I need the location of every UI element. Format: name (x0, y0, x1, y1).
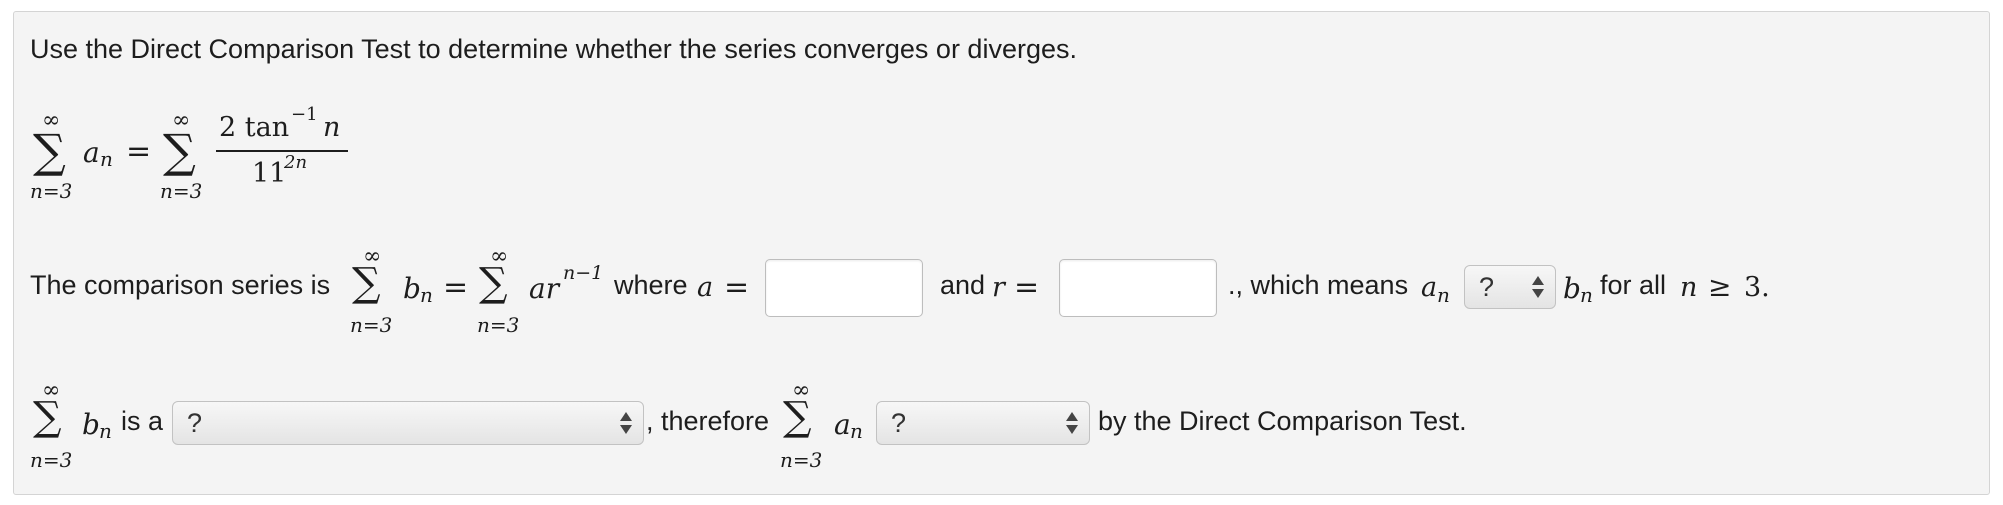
n-variable: n (1680, 272, 1698, 303)
conclusion-a-subscript: n (850, 419, 863, 443)
r-equals: = (1014, 270, 1040, 305)
fraction-numerator: 2 tan (219, 112, 290, 143)
select-arrows-icon (1066, 412, 1078, 434)
comparison-lead-text: The comparison series is (30, 270, 331, 300)
is-a-text: is a (121, 406, 164, 436)
series-type-select-value: ? (187, 408, 203, 438)
a-equals: = (724, 270, 750, 305)
r-variable: r (992, 272, 1005, 303)
term-a: a (83, 136, 100, 169)
conclusion-b-subscript: n (99, 419, 112, 443)
comparison-sigma: ∑ (352, 260, 381, 306)
geometric-sum-lower: n=3 (477, 313, 520, 337)
r-value-input[interactable] (1059, 259, 1217, 317)
conclusion-sum-lower: n=3 (30, 448, 73, 472)
for-all-text: for all (1600, 270, 1667, 300)
denominator-exponent: 2n (284, 152, 308, 173)
conclusion-select-value: ? (891, 408, 907, 438)
comparison-sum-lower: n=3 (350, 313, 393, 337)
numerator-variable: n (323, 112, 341, 143)
sum-lower-limit: n=3 (30, 179, 73, 203)
an-subscript: n (1437, 283, 1450, 307)
comparison-b-term: b (403, 272, 421, 305)
an-variable: a (1421, 272, 1438, 303)
bn-subscript: n (1580, 283, 1593, 307)
series-type-select[interactable]: ? (172, 401, 644, 445)
and-text: and (940, 270, 986, 300)
comparison-equals: = (443, 270, 469, 305)
conclusion-select[interactable]: ? (876, 401, 1090, 445)
relation-select[interactable]: ? (1464, 265, 1556, 309)
bound-value: 3. (1744, 272, 1770, 303)
sigma-symbol: ∑ (33, 124, 66, 178)
geometric-sigma: ∑ (479, 260, 508, 306)
a-variable: a (697, 272, 714, 303)
relation-select-value: ? (1479, 272, 1495, 302)
comparison-b-subscript: n (420, 283, 433, 307)
conclusion-sum-lower-2: n=3 (780, 448, 823, 472)
fraction-bar (216, 150, 348, 152)
instruction-text: Use the Direct Comparison Test to determ… (30, 34, 1077, 64)
select-arrows-icon (620, 412, 632, 434)
which-means-text: ., which means (1228, 270, 1409, 300)
numerator-superscript: −1 (291, 104, 318, 125)
where-text: where (614, 270, 688, 300)
conclusion-a-term: a (834, 408, 851, 441)
a-value-input[interactable] (765, 259, 923, 317)
geq-symbol: ≥ (1708, 270, 1732, 303)
select-arrows-icon (1532, 276, 1544, 298)
by-test-text: by the Direct Comparison Test. (1098, 406, 1467, 436)
conclusion-b-term: b (82, 408, 100, 441)
sigma-symbol-2: ∑ (163, 124, 196, 178)
conclusion-sigma-2: ∑ (783, 394, 812, 440)
bn-variable: b (1563, 272, 1581, 305)
denominator-base: 11 (252, 158, 287, 189)
term-a-subscript: n (100, 147, 113, 171)
sum-lower-limit-2: n=3 (160, 179, 203, 203)
therefore-text: , therefore (646, 406, 770, 436)
geometric-term: ar (529, 272, 560, 305)
geometric-exponent: n−1 (563, 262, 604, 284)
equals-sign: = (126, 134, 152, 169)
conclusion-sigma: ∑ (33, 394, 62, 440)
